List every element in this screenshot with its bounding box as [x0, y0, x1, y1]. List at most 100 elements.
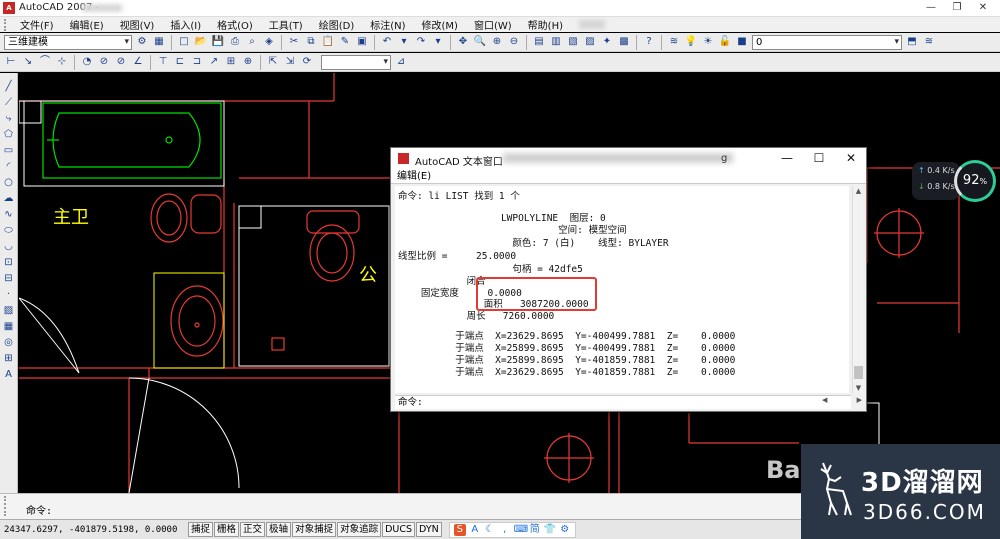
cut-icon[interactable]: ✂: [287, 35, 301, 49]
zoom-window-icon[interactable]: ⊕: [490, 35, 504, 49]
linear-dimension-icon[interactable]: ⊢: [4, 55, 18, 69]
redo-dropdown-icon[interactable]: ▾: [431, 35, 445, 49]
gear-icon[interactable]: ⚙: [559, 524, 571, 536]
workspace-select[interactable]: 三维建模: [4, 34, 132, 50]
insert-block-icon[interactable]: ⊡: [2, 257, 15, 269]
line-icon[interactable]: ╱: [2, 81, 15, 93]
rectangle-icon[interactable]: ▭: [2, 145, 15, 157]
markup-icon[interactable]: ✦: [600, 35, 614, 49]
radius-dimension-icon[interactable]: ◔: [80, 55, 94, 69]
dimension-style-icon[interactable]: ⊿: [394, 55, 408, 69]
circle-icon[interactable]: ○: [2, 177, 15, 189]
menu-draw[interactable]: 绘图(D): [319, 17, 355, 32]
table-icon[interactable]: ⊞: [2, 353, 15, 365]
menu-file[interactable]: 文件(F): [20, 17, 54, 32]
match-properties-icon[interactable]: ✎: [338, 35, 352, 49]
moon-icon[interactable]: ☾: [484, 524, 496, 536]
paste-icon[interactable]: 📋: [321, 35, 335, 49]
english-mode-icon[interactable]: A: [469, 524, 481, 536]
ducs-toggle[interactable]: DUCS: [382, 522, 416, 537]
keyboard-icon[interactable]: ⌨: [514, 524, 528, 536]
sheet-set-icon[interactable]: ▨: [583, 35, 597, 49]
arc-icon[interactable]: ◜: [2, 161, 15, 173]
snap-toggle[interactable]: 捕捉: [188, 522, 214, 537]
menu-dimension[interactable]: 标注(N): [370, 17, 405, 32]
make-block-icon[interactable]: ⊟: [2, 273, 15, 285]
tolerance-icon[interactable]: ⊞: [224, 55, 238, 69]
layer-manager-icon[interactable]: ≋: [667, 35, 681, 49]
text-window-hscroll[interactable]: ◀ ▶: [822, 396, 862, 408]
grid-toggle[interactable]: 栅格: [214, 522, 240, 537]
revision-cloud-icon[interactable]: ☁: [2, 193, 15, 205]
polar-toggle[interactable]: 极轴: [266, 522, 292, 537]
simplified-chinese-icon[interactable]: 简: [529, 524, 541, 536]
menu-help[interactable]: 帮助(H): [528, 17, 563, 32]
dyn-toggle[interactable]: DYN: [416, 522, 442, 537]
dimension-style-select[interactable]: [321, 54, 391, 70]
undo-dropdown-icon[interactable]: ▾: [397, 35, 411, 49]
menu-insert[interactable]: 插入(I): [170, 17, 201, 32]
plot-preview-icon[interactable]: ⌕: [245, 35, 259, 49]
zoom-previous-icon[interactable]: ⊖: [507, 35, 521, 49]
save-icon[interactable]: 💾: [211, 35, 225, 49]
scroll-right-icon[interactable]: ▶: [857, 396, 862, 408]
text-window-maximize-button[interactable]: ☐: [810, 151, 828, 165]
memory-usage-gauge[interactable]: 92%: [954, 160, 996, 202]
sogou-ime-icon[interactable]: S: [453, 523, 466, 536]
shirt-icon[interactable]: 👕: [544, 524, 556, 536]
angular-dimension-icon[interactable]: ∠: [131, 55, 145, 69]
menu-tools[interactable]: 工具(T): [269, 17, 303, 32]
baseline-dimension-icon[interactable]: ⊏: [173, 55, 187, 69]
jogged-dimension-icon[interactable]: ⊘: [97, 55, 111, 69]
quick-leader-icon[interactable]: ↗: [207, 55, 221, 69]
ortho-toggle[interactable]: 正交: [240, 522, 266, 537]
center-mark-icon[interactable]: ⊕: [241, 55, 255, 69]
layer-lock-icon[interactable]: 🔓: [718, 35, 732, 49]
dimension-edit-icon[interactable]: ⇱: [266, 55, 280, 69]
properties-icon[interactable]: ▤: [532, 35, 546, 49]
ellipse-icon[interactable]: ⬭: [2, 225, 15, 237]
scroll-up-icon[interactable]: ▲: [854, 187, 863, 195]
layer-previous-icon[interactable]: ≋: [922, 35, 936, 49]
close-button[interactable]: ✕: [972, 1, 994, 15]
gradient-icon[interactable]: ▦: [2, 321, 15, 333]
layer-freeze-icon[interactable]: ☀: [701, 35, 715, 49]
print-icon[interactable]: ⎙: [228, 35, 242, 49]
layer-select[interactable]: 0: [752, 34, 902, 50]
ellipse-arc-icon[interactable]: ◡: [2, 241, 15, 253]
scrollbar-thumb[interactable]: [854, 366, 863, 379]
text-window-command-input[interactable]: 命令:: [395, 395, 851, 409]
make-layer-current-icon[interactable]: ⬒: [905, 35, 919, 49]
menu-format[interactable]: 格式(O): [217, 17, 253, 32]
text-window-scrollbar[interactable]: ▲ ▼: [852, 186, 863, 393]
workspace-settings-icon[interactable]: ⚙: [135, 35, 149, 49]
dimension-text-edit-icon[interactable]: ⇲: [283, 55, 297, 69]
text-window-edit-menu[interactable]: 编辑(E): [391, 170, 866, 184]
point-icon[interactable]: ·: [2, 289, 15, 301]
aligned-dimension-icon[interactable]: ↘: [21, 55, 35, 69]
continue-dimension-icon[interactable]: ⊐: [190, 55, 204, 69]
scroll-left-icon[interactable]: ◀: [822, 396, 827, 408]
polyline-icon[interactable]: ⤷: [2, 113, 15, 125]
tool-palette-icon[interactable]: ▦: [152, 35, 166, 49]
restore-button[interactable]: ❐: [946, 1, 968, 15]
undo-icon[interactable]: ↶: [380, 35, 394, 49]
new-file-icon[interactable]: □: [177, 35, 191, 49]
otrack-toggle[interactable]: 对象追踪: [337, 522, 382, 537]
open-file-icon[interactable]: 📂: [194, 35, 208, 49]
help-icon[interactable]: ?: [642, 35, 656, 49]
hatch-icon[interactable]: ▨: [2, 305, 15, 317]
menu-modify[interactable]: 修改(M): [422, 17, 458, 32]
layer-on-icon[interactable]: 💡: [684, 35, 698, 49]
region-icon[interactable]: ◎: [2, 337, 15, 349]
quick-dimension-icon[interactable]: ⊤: [156, 55, 170, 69]
zoom-realtime-icon[interactable]: 🔍: [473, 35, 487, 49]
minimize-button[interactable]: —: [920, 1, 942, 15]
menu-view[interactable]: 视图(V): [120, 17, 155, 32]
construction-line-icon[interactable]: ⟋: [2, 97, 15, 109]
design-center-icon[interactable]: ▥: [549, 35, 563, 49]
multiline-text-icon[interactable]: A: [2, 369, 15, 381]
arc-length-icon[interactable]: ⌒: [38, 55, 52, 69]
calculator-icon[interactable]: ▩: [617, 35, 631, 49]
menu-window[interactable]: 窗口(W): [474, 17, 512, 32]
